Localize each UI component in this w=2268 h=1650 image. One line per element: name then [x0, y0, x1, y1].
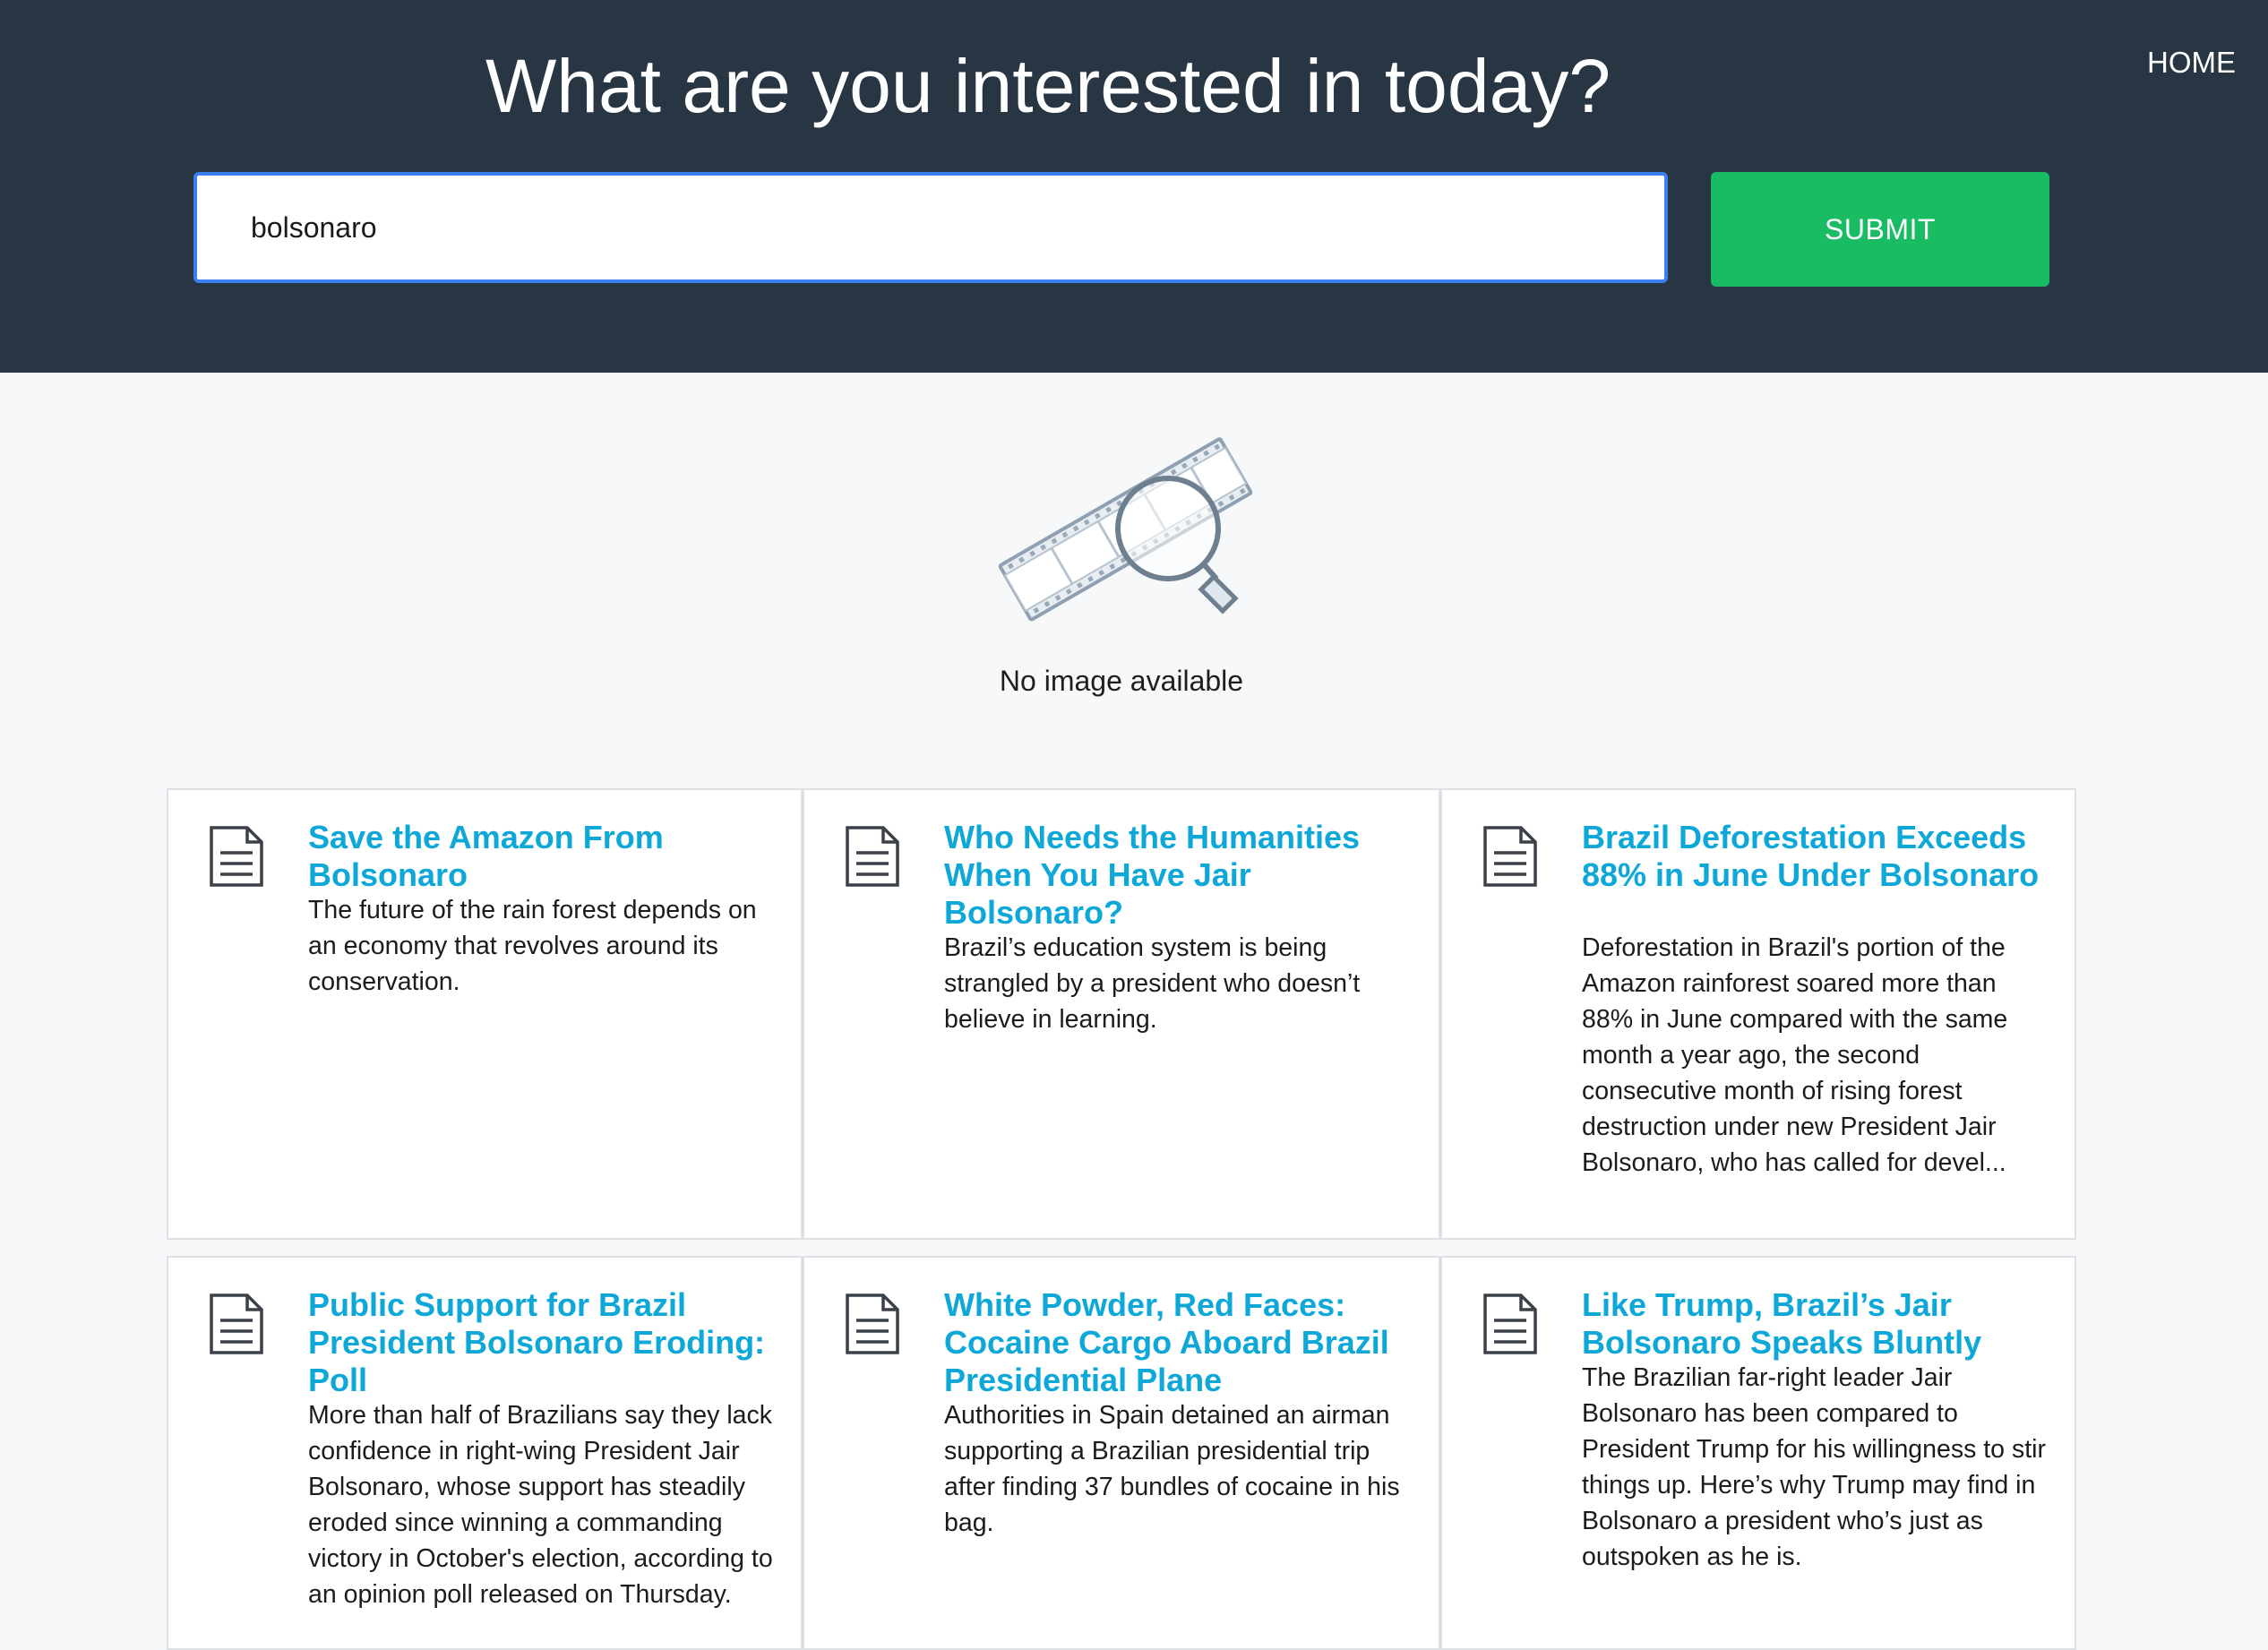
document-icon [1483, 826, 1537, 887]
result-summary: Brazil’s education system is being stran… [944, 933, 1361, 1034]
result-card[interactable]: Like Trump, Brazil’s Jair Bolsonaro Spea… [1440, 1256, 2076, 1650]
result-title-link[interactable]: Save the Amazon From Bolsonaro [308, 819, 774, 894]
top-header: What are you interested in today? HOME S… [0, 0, 2268, 373]
result-card[interactable]: Who Needs the Humanities When You Have J… [803, 788, 1440, 1240]
result-title-link[interactable]: Like Trump, Brazil’s Jair Bolsonaro Spea… [1582, 1286, 2048, 1362]
result-card[interactable]: White Powder, Red Faces: Cocaine Cargo A… [803, 1256, 1440, 1650]
result-title-link[interactable]: Public Support for Brazil President Bols… [308, 1286, 774, 1399]
result-title-link[interactable]: Who Needs the Humanities When You Have J… [944, 819, 1410, 932]
home-link[interactable]: HOME [2147, 45, 2236, 81]
result-card[interactable]: Brazil Deforestation Exceeds 88% in June… [1440, 788, 2076, 1240]
page-title: What are you interested in today? [485, 44, 1611, 128]
result-summary: The future of the rain forest depends on… [308, 896, 757, 996]
document-icon [846, 1293, 899, 1354]
document-icon [846, 826, 899, 887]
film-strip-magnifier-icon [982, 421, 1268, 636]
document-icon [1483, 1293, 1537, 1354]
submit-button[interactable]: SUBMIT [1711, 172, 2049, 287]
result-title-link[interactable]: White Powder, Red Faces: Cocaine Cargo A… [944, 1286, 1410, 1399]
document-icon [210, 1293, 263, 1354]
result-card[interactable]: Public Support for Brazil President Bols… [167, 1256, 803, 1650]
result-card[interactable]: Save the Amazon From Bolsonaro The futur… [167, 788, 803, 1240]
result-summary: The Brazilian far-right leader Jair Bols… [1582, 1363, 2046, 1571]
result-summary: Deforestation in Brazil's portion of the… [1582, 933, 2008, 1177]
results-grid: Save the Amazon From Bolsonaro The futur… [167, 788, 2076, 1650]
result-summary: More than half of Brazilians say they la… [308, 1401, 773, 1609]
no-image-caption: No image available [999, 665, 1244, 697]
result-summary: Authorities in Spain detained an airman … [944, 1401, 1400, 1537]
result-title-link[interactable]: Brazil Deforestation Exceeds 88% in June… [1582, 819, 2048, 894]
search-input[interactable] [193, 172, 1668, 283]
document-icon [210, 826, 263, 887]
